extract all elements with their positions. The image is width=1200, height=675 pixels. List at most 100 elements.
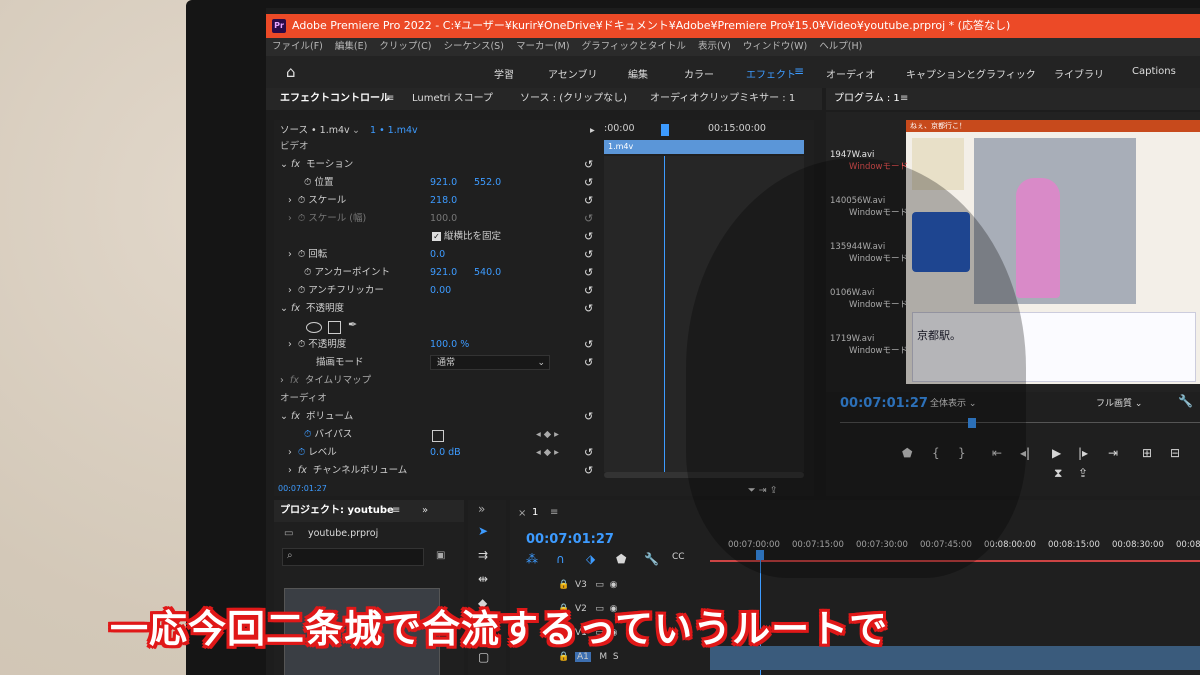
selection-tool-icon[interactable]: ➤ — [478, 524, 488, 538]
panel-menu-icon[interactable]: ≡ — [392, 500, 400, 522]
step-forward-icon[interactable]: |▸ — [1078, 446, 1088, 460]
rotation-value[interactable]: 0.0 — [430, 249, 445, 260]
level-value[interactable]: 0.0 dB — [430, 447, 461, 458]
reset-icon[interactable]: ↺ — [584, 284, 593, 297]
project-search-input[interactable]: ⌕ — [282, 548, 424, 566]
ec-clip-bar[interactable]: 1.m4v — [604, 140, 804, 154]
blend-mode-select[interactable]: 通常 ⌄ — [430, 355, 550, 370]
keyframe-nav-icon[interactable]: ◂ ◆ ▸ — [536, 444, 559, 462]
track-label: A1 — [574, 652, 591, 662]
home-icon[interactable]: ⌂ — [286, 65, 296, 80]
workspace-libraries[interactable]: ライブラリ — [1054, 66, 1104, 81]
track-select-tool-icon[interactable]: ⇉ — [478, 548, 488, 562]
ec-timecode: 00:07:01:27 — [278, 484, 327, 493]
ellipse-mask-icon[interactable] — [306, 322, 322, 333]
flicker-value[interactable]: 0.00 — [430, 285, 451, 296]
new-bin-icon[interactable]: ▣ — [436, 550, 445, 561]
wrench-icon[interactable]: 🔧 — [644, 552, 659, 566]
reset-icon[interactable]: ↺ — [584, 176, 593, 189]
workspace-effects[interactable]: エフェクト — [746, 66, 796, 81]
reset-icon[interactable]: ↺ — [584, 194, 593, 207]
panel-menu-icon[interactable]: ≡ — [386, 88, 394, 110]
ripple-edit-tool-icon[interactable]: ⇹ — [478, 572, 488, 586]
play-icon[interactable]: ▶ — [1052, 446, 1061, 460]
ec-playhead[interactable] — [661, 124, 669, 136]
scale-value[interactable]: 218.0 — [430, 195, 457, 206]
tab-effect-controls[interactable]: エフェクトコントロール — [280, 88, 390, 110]
clip-select[interactable]: 1 • 1.m4v — [370, 122, 418, 140]
position-x-value[interactable]: 921.0 — [430, 177, 457, 188]
workspace-color[interactable]: カラー — [684, 66, 714, 81]
timeline-timecode[interactable]: 00:07:01:27 — [526, 532, 614, 547]
more-panels-icon[interactable]: » — [478, 502, 485, 516]
track-a1-header[interactable]: 🔒 A1 M S — [558, 652, 619, 662]
go-to-out-icon[interactable]: ⇥ — [1108, 446, 1118, 460]
menu-clip[interactable]: クリップ(C) — [379, 41, 431, 52]
reset-icon[interactable]: ↺ — [584, 446, 593, 459]
quality-select[interactable]: フル画質 ⌄ — [1096, 396, 1172, 410]
menu-sequence[interactable]: シーケンス(S) — [443, 41, 503, 52]
reset-icon[interactable]: ↺ — [584, 356, 593, 369]
reset-icon[interactable]: ↺ — [584, 302, 593, 315]
level-row: › ⏱ レベル — [288, 447, 337, 458]
keyframe-nav-icon[interactable]: ◂ ◆ ▸ — [536, 426, 559, 444]
reset-icon[interactable]: ↺ — [584, 410, 593, 423]
close-icon[interactable]: × — [518, 508, 526, 519]
opacity-value[interactable]: 100.0 % — [430, 339, 469, 350]
reset-icon[interactable]: ↺ — [584, 464, 593, 477]
motion-effect-row[interactable]: ⌄ fx モーション — [280, 156, 353, 174]
menu-help[interactable]: ヘルプ(H) — [819, 41, 862, 52]
anchor-y-value[interactable]: 540.0 — [474, 267, 501, 278]
lift-icon[interactable]: ⊞ — [1142, 446, 1152, 460]
reset-icon[interactable]: ↺ — [584, 248, 593, 261]
nest-sequence-icon[interactable]: ⁂ — [526, 552, 538, 566]
panel-menu-icon[interactable]: ≡ — [900, 88, 908, 110]
panel-menu-icon[interactable]: ≡ — [550, 507, 558, 518]
menu-marker[interactable]: マーカー(M) — [516, 41, 570, 52]
rectangle-mask-icon[interactable] — [328, 321, 341, 334]
more-panels-icon[interactable]: » — [422, 500, 428, 522]
scale-width-value: 100.0 — [430, 213, 458, 224]
menu-graphics[interactable]: グラフィックとタイトル — [582, 41, 686, 52]
workspace-captions-graphics[interactable]: キャプションとグラフィック — [906, 66, 1036, 81]
tab-lumetri-scopes[interactable]: Lumetri スコープ — [412, 88, 493, 110]
reset-icon[interactable]: ↺ — [584, 266, 593, 279]
menu-edit[interactable]: 編集(E) — [335, 41, 367, 52]
reset-icon[interactable]: ↺ — [584, 158, 593, 171]
time-remap-row[interactable]: › fx タイムリマップ — [280, 372, 371, 390]
track-v3-header[interactable]: 🔒 V3 ▭ ◉ — [558, 580, 618, 590]
menu-file[interactable]: ファイル(F) — [272, 41, 323, 52]
menu-view[interactable]: 表示(V) — [698, 41, 731, 52]
position-y-value[interactable]: 552.0 — [474, 177, 501, 188]
pen-mask-icon[interactable]: ✒ — [348, 318, 357, 331]
sequence-tab[interactable]: 1 — [532, 507, 538, 518]
workspace-assembly[interactable]: アセンブリ — [548, 66, 598, 81]
export-frame-icon[interactable]: ⇪ — [1078, 466, 1088, 480]
rotation-row: › ⏱ 回転 — [288, 249, 328, 260]
anchor-x-value[interactable]: 921.0 — [430, 267, 457, 278]
opacity-effect-row[interactable]: ⌄ fx 不透明度 — [280, 300, 344, 318]
workspace-editing[interactable]: 編集 — [628, 66, 648, 81]
tab-audio-clip-mixer[interactable]: オーディオクリップミキサー : 1 — [650, 88, 795, 110]
volume-effect-row[interactable]: ⌄ fx ボリューム — [280, 408, 353, 426]
wrench-icon[interactable]: 🔧 — [1178, 394, 1193, 408]
play-clip-icon[interactable]: ▸ — [590, 122, 595, 140]
uniform-scale-row[interactable]: ✓ 縦横比を固定 — [432, 228, 501, 246]
uniform-scale-checkbox[interactable]: ✓ — [432, 232, 441, 241]
add-marker-icon[interactable]: ⬟ — [616, 552, 626, 566]
linked-selection-icon[interactable]: ⬗ — [586, 552, 595, 566]
menu-window[interactable]: ウィンドウ(W) — [743, 41, 807, 52]
workspace-captions[interactable]: Captions — [1132, 66, 1176, 77]
workspace-learn[interactable]: 学習 — [494, 66, 514, 81]
reset-icon[interactable]: ↺ — [584, 338, 593, 351]
snap-icon[interactable]: ∩ — [556, 552, 565, 566]
captions-icon[interactable]: CC — [672, 552, 685, 562]
extract-icon[interactable]: ⊟ — [1170, 446, 1180, 460]
chevron-down-icon[interactable]: ⌄ — [352, 122, 360, 140]
bypass-checkbox[interactable] — [432, 430, 444, 442]
channel-volume-row[interactable]: › fx チャンネルボリューム — [288, 462, 407, 474]
workspace-audio[interactable]: オーディオ — [826, 66, 875, 81]
workspace-menu-icon[interactable]: ≡ — [794, 64, 804, 78]
reset-icon[interactable]: ↺ — [584, 230, 593, 243]
tab-source[interactable]: ソース : (クリップなし) — [520, 88, 627, 110]
